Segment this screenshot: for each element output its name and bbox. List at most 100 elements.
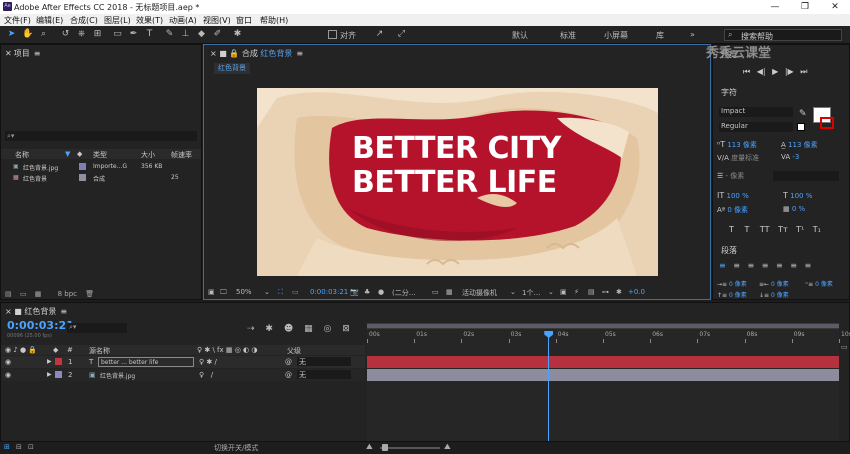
zoom-tool-icon[interactable]: ⌕ (38, 29, 49, 40)
faux-italic-button[interactable]: T (744, 225, 749, 234)
puppet-tool-icon[interactable]: ✱ (232, 29, 243, 40)
zoom-in-icon[interactable]: ⛰ (444, 442, 451, 452)
comp-mini-flowchart-icon[interactable]: ⇢ (247, 324, 255, 334)
type-tool-icon[interactable]: T (144, 29, 155, 40)
paragraph-panel-title[interactable]: 段落 (721, 245, 737, 257)
playhead[interactable] (544, 331, 554, 441)
workspace-library[interactable]: 库 (656, 30, 664, 41)
pickwhip-icon[interactable]: @ (285, 358, 292, 366)
minimize-button[interactable]: — (760, 0, 790, 14)
project-search-input[interactable]: ⌕▾ (5, 131, 197, 141)
comp-timecode[interactable]: 0:00:03:21 (310, 288, 348, 296)
display-icon[interactable]: 🖵 (220, 288, 227, 297)
fast-previews-icon[interactable]: ⚡ (574, 288, 579, 296)
eye-icon[interactable]: ◉ (5, 371, 11, 379)
layer-label-swatch[interactable] (55, 371, 62, 378)
timeline-tracks[interactable]: 00s 01s 02s 03s 04s 05s 06s 07s 08s 09s 10s (367, 323, 850, 441)
pickwhip-icon[interactable]: @ (285, 371, 292, 379)
zoom-select[interactable]: 50% (236, 288, 252, 296)
expand-arrow-icon[interactable]: ▶ (47, 371, 52, 378)
space-before-value[interactable]: 0 像素 (729, 292, 747, 299)
first-frame-button[interactable]: ⏮ (743, 67, 750, 76)
small-caps-button[interactable]: Tт (778, 225, 788, 234)
align-left-icon[interactable]: ≡ (719, 261, 726, 270)
shy-layers-icon[interactable]: ☻ (284, 324, 293, 334)
layer-switches[interactable]: ♀ ✱ / (199, 358, 217, 366)
kerning-value[interactable]: 度量标准 (731, 154, 759, 162)
draft-3d-icon[interactable]: ✱ (265, 324, 273, 334)
menu-view[interactable]: 视图(V) (203, 15, 231, 26)
next-frame-button[interactable]: |▶ (785, 67, 794, 76)
time-zoom-thumb[interactable] (382, 444, 388, 451)
rotate-tool-icon[interactable]: ↺ (60, 29, 71, 40)
chevron-down-icon[interactable]: ⌄ (264, 288, 270, 296)
parent-select[interactable]: 无 (297, 370, 351, 379)
horizontal-scale-value[interactable]: 100 % (790, 192, 812, 200)
justify-last-left-icon[interactable]: ≡ (762, 261, 769, 270)
font-style-select[interactable]: Regular (719, 122, 793, 132)
resolution-select[interactable]: (二分… (392, 288, 416, 298)
layer-switches[interactable]: ♀ / (199, 371, 213, 379)
layer-bar[interactable] (367, 369, 839, 381)
last-frame-button[interactable]: ⏭ (800, 67, 807, 76)
snap-icon[interactable]: ↗ (374, 29, 385, 40)
help-search-box[interactable]: ⌕ 搜索帮助 (724, 29, 842, 41)
layer-bar[interactable] (367, 356, 839, 368)
stroke-type-select[interactable] (773, 171, 839, 181)
indent-left-value[interactable]: 0 像素 (729, 281, 747, 288)
snapshot-icon[interactable]: 📷 (350, 288, 359, 296)
leading-value[interactable]: 113 像素 (788, 141, 818, 149)
justify-all-icon[interactable]: ≡ (805, 261, 812, 270)
comp-text-layer[interactable]: BETTER CITY BETTER LIFE (352, 132, 561, 200)
graph-editor-icon[interactable]: ⊠ (342, 324, 350, 334)
expand-icon[interactable]: ⤢ (396, 29, 407, 40)
all-caps-button[interactable]: TT (760, 225, 770, 234)
menu-layer[interactable]: 图层(L) (104, 15, 131, 26)
eraser-tool-icon[interactable]: ◆ (196, 29, 207, 40)
camera-tool-icon[interactable]: ⎈ (76, 29, 87, 40)
project-item[interactable]: ▣ 红色背景.jpg Importe...G 356 KB (1, 162, 201, 172)
timeline-toggle-icon[interactable]: ▤ (588, 288, 595, 296)
layer-name[interactable]: better ... better life (98, 357, 194, 367)
menu-window[interactable]: 窗口 (236, 15, 252, 26)
column-name[interactable]: 名称 (15, 150, 29, 160)
label-color-swatch[interactable] (79, 163, 86, 170)
layer-name[interactable]: 红色背景.jpg (100, 371, 135, 380)
parent-select[interactable]: 无 (297, 357, 351, 366)
clone-stamp-tool-icon[interactable]: ⊥ (180, 29, 191, 40)
motion-blur-icon[interactable]: ◎ (324, 324, 332, 334)
region-of-interest-icon[interactable]: ▭ (432, 288, 439, 296)
close-button[interactable]: ✕ (820, 0, 850, 14)
set-white-icon[interactable] (797, 123, 805, 131)
play-button[interactable]: ▶ (772, 67, 778, 76)
parent-header[interactable]: 父级 (287, 346, 301, 356)
label-color-swatch[interactable] (79, 174, 86, 181)
layer-label-swatch[interactable] (55, 358, 62, 365)
eye-icon[interactable]: ◉ (5, 358, 11, 366)
pen-tool-icon[interactable]: ✒ (128, 29, 139, 40)
new-folder-icon[interactable]: ▭ (20, 290, 27, 298)
justify-last-right-icon[interactable]: ≡ (790, 261, 797, 270)
brush-tool-icon[interactable]: ✎ (164, 29, 175, 40)
chevron-down-icon[interactable]: ⌄ (548, 288, 554, 296)
label-column-icon[interactable]: ◆ (77, 150, 82, 158)
time-ruler[interactable]: 00s 01s 02s 03s 04s 05s 06s 07s 08s 09s 10s (367, 331, 850, 343)
selection-tool-icon[interactable]: ➤ (6, 29, 17, 40)
timeline-timecode[interactable]: 0:00:03:21 (7, 319, 74, 332)
composition-panel-tab[interactable]: × ■ 🔒 合成 红色背景 ≡ (210, 48, 303, 60)
show-snapshot-icon[interactable]: ♣ (364, 288, 370, 296)
roto-brush-tool-icon[interactable]: ✐ (212, 29, 223, 40)
first-line-value[interactable]: 0 像素 (815, 281, 833, 288)
workspace-more-icon[interactable]: » (690, 30, 695, 39)
workspace-small-screen[interactable]: 小屏幕 (604, 30, 628, 41)
baseline-shift-value[interactable]: 0 像素 (727, 206, 748, 214)
column-type[interactable]: 类型 (93, 150, 107, 160)
column-size[interactable]: 大小 (141, 150, 155, 160)
timeline-tab[interactable]: × ■ 红色背景 ≡ (5, 306, 67, 318)
exposure-value[interactable]: +0.0 (628, 288, 645, 296)
hand-tool-icon[interactable]: ✋ (22, 29, 33, 40)
sort-icon[interactable]: ▼ (65, 150, 70, 158)
time-zoom-slider[interactable] (380, 447, 440, 449)
vertical-scale-value[interactable]: 100 % (726, 192, 748, 200)
pan-behind-tool-icon[interactable]: ⊞ (92, 29, 103, 40)
